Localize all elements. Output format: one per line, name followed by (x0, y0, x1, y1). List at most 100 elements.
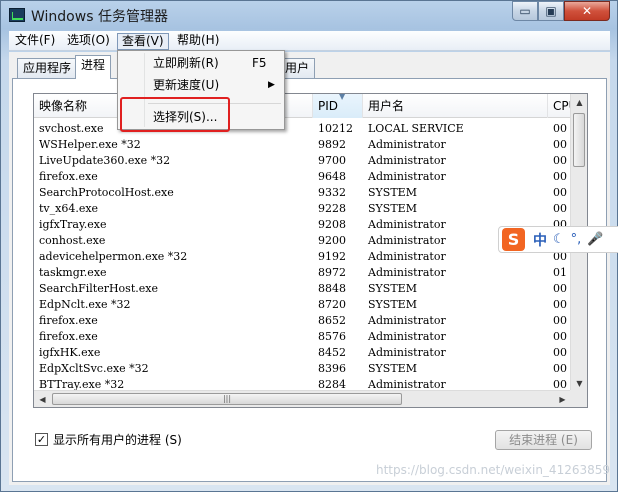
end-process-button[interactable]: 结束进程 (E) (495, 430, 592, 450)
cell-pid: 8452 (318, 346, 346, 359)
table-row[interactable]: taskmgr.exe 8972 Administrator 01 (34, 265, 587, 281)
menu-file[interactable]: 文件(F) (11, 33, 59, 50)
show-all-users-option[interactable]: ✓ 显示所有用户的进程 (S) (35, 431, 182, 447)
cell-pid: 9700 (318, 154, 346, 167)
horizontal-scroll-thumb[interactable]: ||| (52, 393, 402, 405)
cell-username: Administrator (368, 266, 446, 279)
table-row[interactable]: SearchProtocolHost.exe 9332 SYSTEM 00 (34, 185, 587, 201)
cell-pid: 8972 (318, 266, 346, 279)
cell-username: LOCAL SERVICE (368, 122, 464, 135)
window-title: Windows 任务管理器 (31, 9, 168, 25)
cell-pid: 8720 (318, 298, 346, 311)
table-row[interactable]: EdpXcltSvc.exe *32 8396 SYSTEM 00 (34, 361, 587, 377)
cell-image-name: SearchFilterHost.exe (39, 282, 158, 295)
cell-image-name: firefox.exe (39, 330, 98, 343)
scroll-right-icon[interactable]: ▶ (554, 391, 571, 407)
cell-image-name: EdpXcltSvc.exe *32 (39, 362, 149, 375)
menu-bar: 文件(F) 选项(O) 查看(V) 帮助(H) (9, 31, 610, 51)
close-button[interactable]: ✕ (564, 1, 610, 21)
cell-username: Administrator (368, 154, 446, 167)
cell-cpu: 00 (553, 298, 567, 311)
vertical-scroll-thumb[interactable] (573, 113, 585, 167)
cell-image-name: firefox.exe (39, 170, 98, 183)
cell-image-name: conhost.exe (39, 234, 106, 247)
table-row[interactable]: igfxHK.exe 8452 Administrator 00 (34, 345, 587, 361)
cell-pid: 8652 (318, 314, 346, 327)
scroll-up-icon[interactable]: ▲ (571, 94, 587, 111)
tab-applications[interactable]: 应用程序 (17, 58, 78, 78)
table-row[interactable]: EdpNclt.exe *32 8720 SYSTEM 00 (34, 297, 587, 313)
cell-pid: 9228 (318, 202, 346, 215)
scrollbar-corner (570, 390, 587, 407)
cell-image-name: igfxTray.exe (39, 218, 107, 231)
cell-pid: 8576 (318, 330, 346, 343)
sogou-logo-icon[interactable]: S (502, 228, 525, 251)
refresh-now-shortcut: F5 (252, 56, 267, 70)
cell-pid: 9200 (318, 234, 346, 247)
table-row[interactable]: WSHelper.exe *32 9892 Administrator 00 (34, 137, 587, 153)
column-header-pid[interactable]: PID ▼ (313, 94, 363, 118)
close-icon: ✕ (581, 4, 593, 18)
cell-pid: 9892 (318, 138, 346, 151)
column-header-username[interactable]: 用户名 (363, 94, 548, 118)
maximize-icon: ▣ (545, 4, 557, 18)
cell-username: Administrator (368, 218, 446, 231)
cell-cpu: 00 (553, 202, 567, 215)
cell-pid: 9648 (318, 170, 346, 183)
cell-image-name: LiveUpdate360.exe *32 (39, 154, 171, 167)
cell-pid: 10212 (318, 122, 353, 135)
cell-pid: 8396 (318, 362, 346, 375)
table-row[interactable]: SearchFilterHost.exe 8848 SYSTEM 00 (34, 281, 587, 297)
refresh-now-label: 立即刷新(R) (153, 56, 219, 70)
cell-pid: 9332 (318, 186, 346, 199)
tab-processes[interactable]: 进程 (75, 55, 112, 79)
cell-username: Administrator (368, 170, 446, 183)
submenu-arrow-icon: ▶ (268, 80, 275, 90)
cell-image-name: igfxHK.exe (39, 346, 101, 359)
scroll-left-icon[interactable]: ◀ (34, 391, 51, 407)
show-all-users-checkbox[interactable]: ✓ (35, 432, 48, 446)
cell-image-name: adevicehelpermon.exe *32 (39, 250, 188, 263)
table-row[interactable]: tv_x64.exe 9228 SYSTEM 00 (34, 201, 587, 217)
menu-options[interactable]: 选项(O) (63, 33, 114, 50)
microphone-icon[interactable]: 🎤 (587, 232, 603, 247)
menu-item-update-speed[interactable]: 更新速度(U) ▶ (120, 74, 282, 96)
minimize-button[interactable]: ▭ (512, 1, 538, 21)
table-row[interactable]: firefox.exe 8652 Administrator 00 (34, 313, 587, 329)
menu-help[interactable]: 帮助(H) (173, 33, 223, 50)
task-manager-app-icon (9, 8, 25, 22)
process-rows: svchost.exe 10212 LOCAL SERVICE 00 WSHelper.… (34, 121, 587, 407)
content-area: 应用程序 进程 用户 映像名称 PID ▼ 用户名 CPU svchost.ex… (9, 52, 610, 485)
cell-username: SYSTEM (368, 186, 417, 199)
title-bar[interactable]: Windows 任务管理器 ▭ ▣ ✕ (1, 1, 617, 29)
maximize-button[interactable]: ▣ (538, 1, 564, 21)
cell-username: Administrator (368, 330, 446, 343)
sogou-ime-toolbar[interactable]: S 中 ☾ °, 🎤 (498, 226, 618, 253)
menu-view[interactable]: 查看(V) (117, 33, 169, 50)
punctuation-icon[interactable]: °, (571, 232, 582, 247)
column-header-pid-label: PID (318, 99, 339, 113)
table-row[interactable]: firefox.exe 8576 Administrator 00 (34, 329, 587, 345)
cell-username: SYSTEM (368, 202, 417, 215)
cell-cpu: 01 (553, 266, 567, 279)
cell-image-name: tv_x64.exe (39, 202, 99, 215)
cell-cpu: 00 (553, 186, 567, 199)
cell-cpu: 00 (553, 330, 567, 343)
ime-mode-chinese[interactable]: 中 (533, 230, 547, 250)
cell-cpu: 00 (553, 346, 567, 359)
cell-username: Administrator (368, 346, 446, 359)
processes-panel: 映像名称 PID ▼ 用户名 CPU svchost.exe 10212 LOCAL… (12, 78, 607, 482)
half-width-moon-icon[interactable]: ☾ (553, 232, 565, 247)
cell-username: Administrator (368, 314, 446, 327)
table-row[interactable]: LiveUpdate360.exe *32 9700 Administrator 00 (34, 153, 587, 169)
cell-cpu: 00 (553, 138, 567, 151)
menu-item-refresh-now[interactable]: 立即刷新(R) F5 (120, 52, 282, 74)
horizontal-scrollbar[interactable]: ◀ ||| ▶ (34, 390, 571, 407)
cell-cpu: 00 (553, 122, 567, 135)
table-row[interactable]: firefox.exe 9648 Administrator 00 (34, 169, 587, 185)
cell-image-name: taskmgr.exe (39, 266, 107, 279)
cell-pid: 9192 (318, 250, 346, 263)
cell-cpu: 00 (553, 314, 567, 327)
cell-username: Administrator (368, 250, 446, 263)
annotation-highlight-box (120, 97, 230, 132)
